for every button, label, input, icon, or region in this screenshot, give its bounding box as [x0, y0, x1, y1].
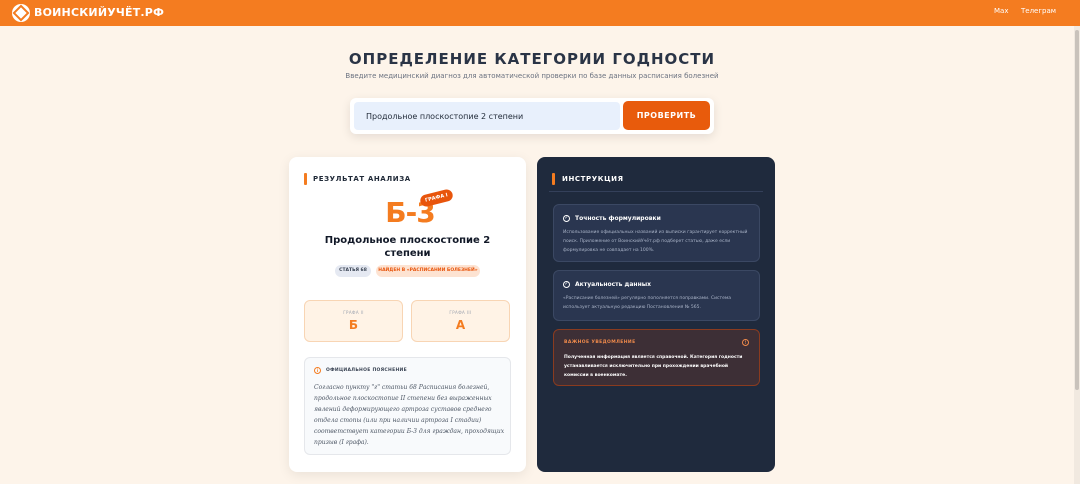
diagnosis-name: Продольное плоскостопие 2 степени [324, 235, 491, 259]
grafa-2-box: ГРАФА II Б [304, 300, 403, 342]
divider [549, 191, 763, 192]
explanation-box: i ОФИЦИАЛЬНОЕ ПОЯСНЕНИЕ Согласно пункту … [304, 357, 511, 455]
instructions-section-title: ИНСТРУКЦИЯ [562, 175, 624, 183]
info-icon: i [314, 367, 321, 374]
check-circle-icon: ✓ [563, 281, 570, 288]
article-badge: СТАТЬЯ 68 [335, 265, 371, 277]
result-section-title: РЕЗУЛЬТАТ АНАЛИЗА [313, 175, 411, 183]
check-button[interactable]: ПРОВЕРИТЬ [623, 101, 710, 130]
check-circle-icon: ✓ [563, 215, 570, 222]
warning-icon: ! [742, 339, 749, 346]
grafa-2-value: Б [348, 318, 359, 332]
explanation-title: ОФИЦИАЛЬНОЕ ПОЯСНЕНИЕ [326, 368, 407, 373]
instruction-title: Точность формулировки [575, 215, 661, 222]
warning-text: Полученная информация является справочно… [564, 355, 743, 378]
warning-title: ВАЖНОЕ УВЕДОМЛЕНИЕ [564, 340, 636, 345]
found-badge: НАЙДЕН В «РАСПИСАНИИ БОЛЕЗНЕЙ» [376, 265, 480, 277]
nav-link-max[interactable]: Max [994, 7, 1008, 15]
diagnosis-input[interactable] [354, 102, 620, 130]
instruction-text: Использование официальных названий из вы… [563, 230, 748, 253]
instruction-item: ✓ Актуальность данных «Расписание болезн… [553, 270, 760, 321]
explanation-text: Согласно пункту "г" статьи 68 Расписания… [314, 384, 505, 446]
page-title: ОПРЕДЕЛЕНИЕ КАТЕГОРИИ ГОДНОСТИ [348, 50, 716, 68]
section-accent-bar [304, 173, 307, 185]
grafa-2-label: ГРАФА II [343, 310, 364, 315]
section-accent-bar [552, 173, 555, 185]
nav-link-telegram[interactable]: Телеграм [1021, 7, 1056, 15]
instruction-text: «Расписание болезней» регулярно пополняе… [563, 296, 732, 310]
grafa-3-box: ГРАФА III А [411, 300, 510, 342]
logo-icon[interactable] [12, 4, 30, 22]
grafa-3-value: А [455, 318, 466, 332]
instruction-item: ✓ Точность формулировки Использование оф… [553, 204, 760, 262]
scrollbar-thumb[interactable] [1075, 30, 1079, 390]
logo-text[interactable]: ВОИНСКИЙУЧЁТ.РФ [34, 6, 164, 19]
page-subtitle: Введите медицинский диагноз для автомати… [345, 72, 719, 80]
instruction-title: Актуальность данных [575, 281, 652, 288]
grafa-3-label: ГРАФА III [449, 310, 472, 315]
warning-notice: ВАЖНОЕ УВЕДОМЛЕНИЕ ! Полученная информац… [553, 329, 760, 386]
